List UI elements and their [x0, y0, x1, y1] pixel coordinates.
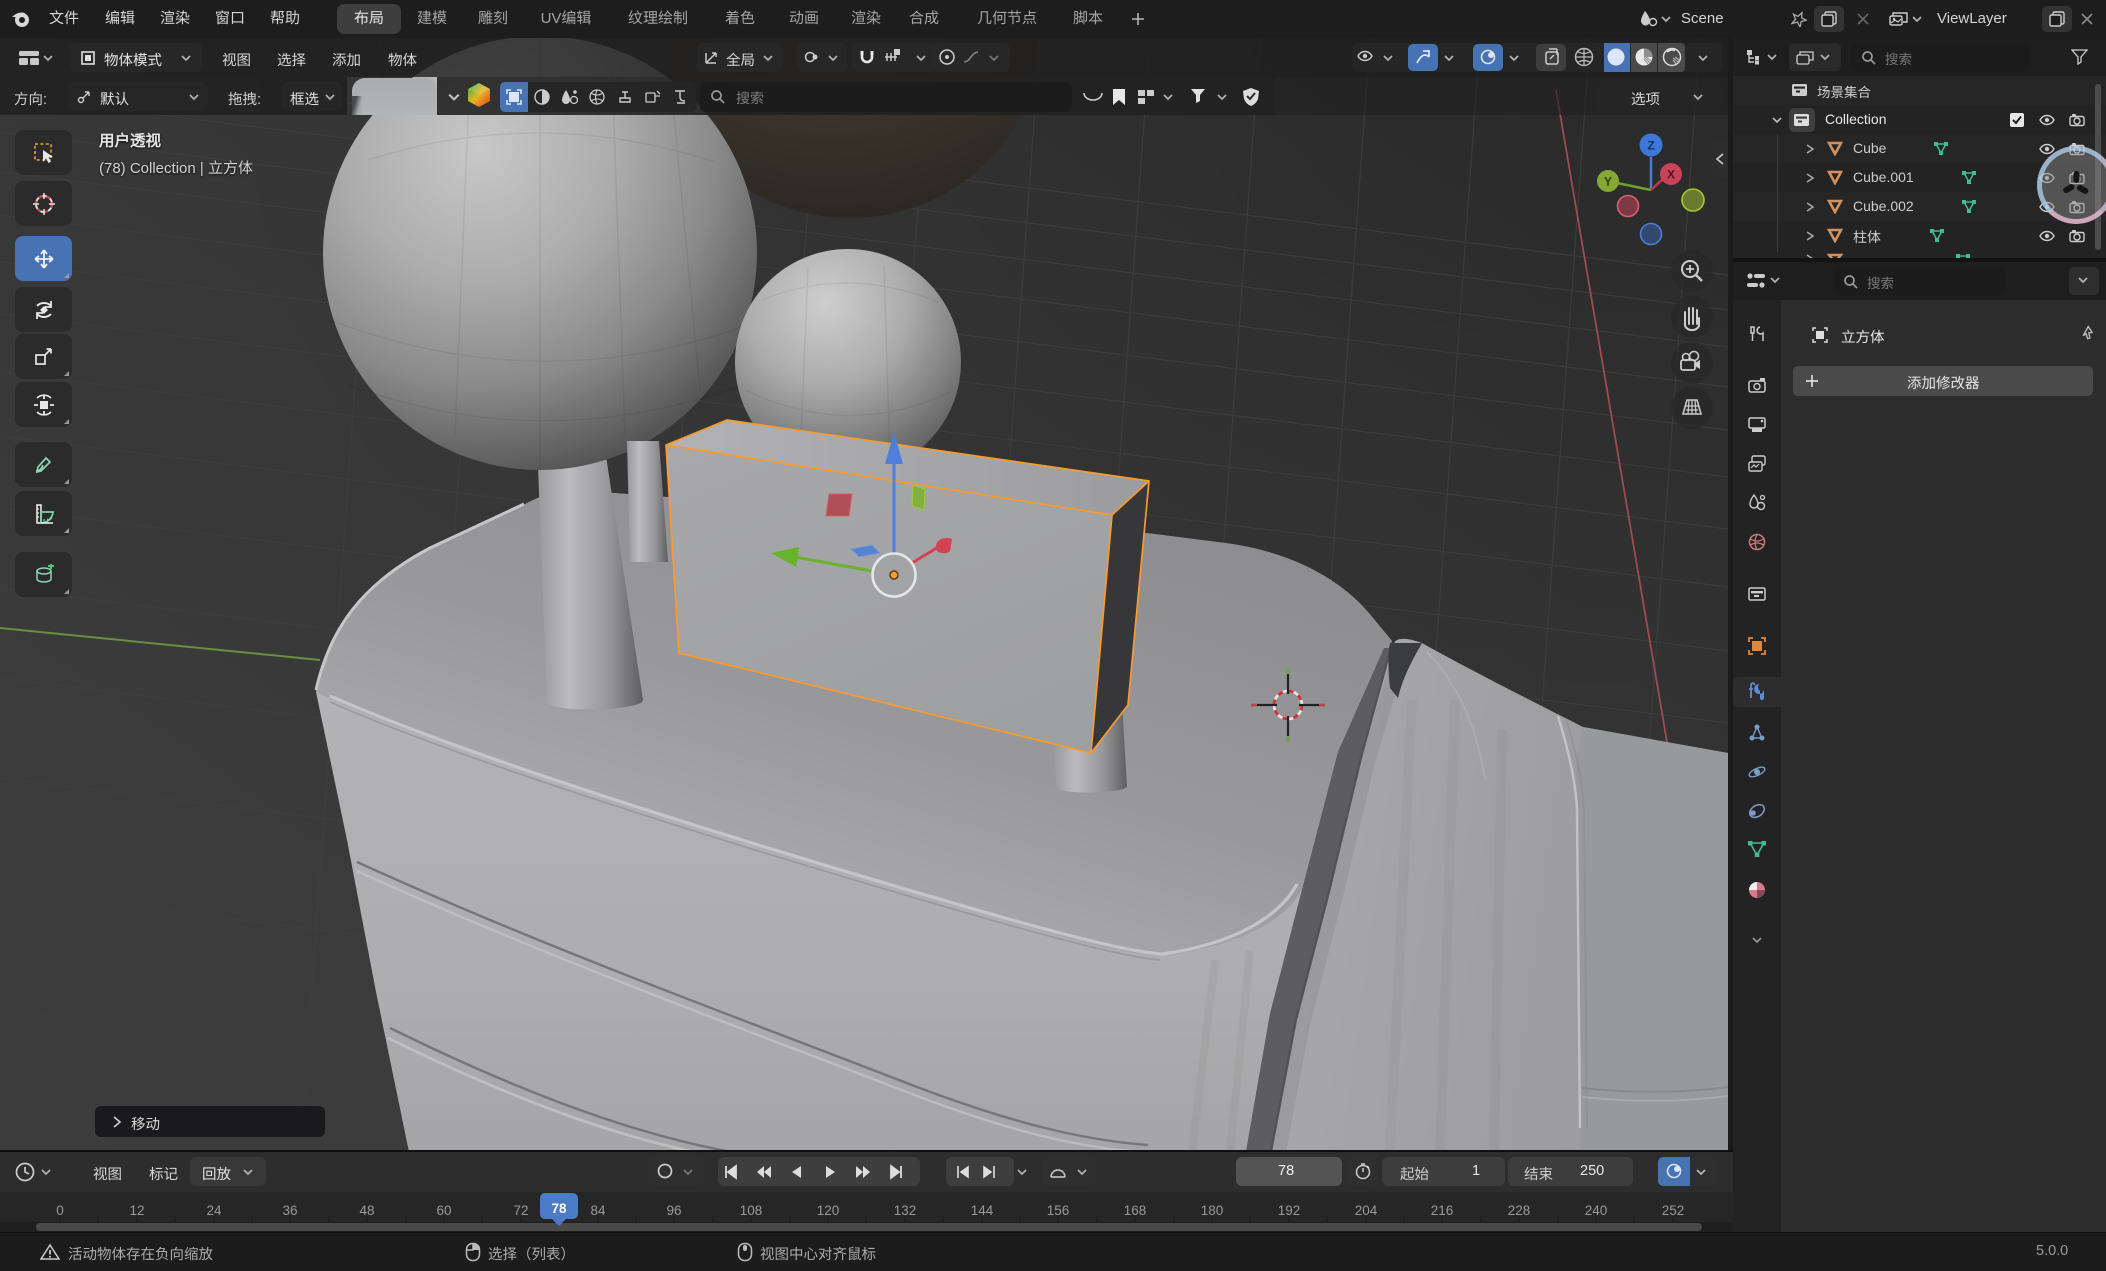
- svg-text:X: X: [1667, 168, 1675, 182]
- svg-text:Y: Y: [1604, 175, 1612, 189]
- svg-text:Z: Z: [1647, 139, 1654, 153]
